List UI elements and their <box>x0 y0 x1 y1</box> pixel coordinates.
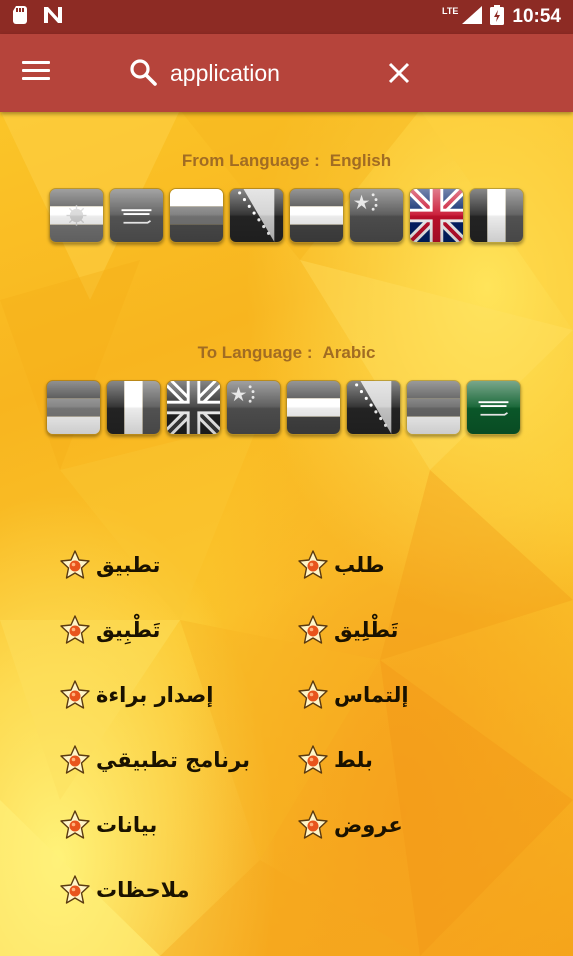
translation-text: برنامج تطبيقي <box>96 747 251 772</box>
translation-item[interactable]: ملاحظات <box>60 857 250 922</box>
clock: 10:54 <box>512 6 561 27</box>
translation-text: بلط <box>334 747 373 772</box>
netherlands-flag[interactable] <box>286 380 341 435</box>
star-icon[interactable] <box>298 809 328 840</box>
to-language-caption: To Language : <box>197 343 313 362</box>
france-flag[interactable] <box>106 380 161 435</box>
translation-text: طلب <box>334 552 385 577</box>
translation-item[interactable]: برنامج تطبيقي <box>60 727 250 792</box>
star-icon[interactable] <box>60 614 90 645</box>
network-type: LTE <box>442 6 459 16</box>
search-input[interactable] <box>170 54 370 92</box>
china-flag[interactable] <box>226 380 281 435</box>
n-notification-icon <box>42 6 64 28</box>
star-icon[interactable] <box>60 549 90 580</box>
france-flag[interactable] <box>469 188 524 243</box>
translation-item[interactable]: بيانات <box>60 792 250 857</box>
bosnia-flag[interactable] <box>229 188 284 243</box>
bulgaria-flag[interactable] <box>46 380 101 435</box>
translation-text: تَطْلِيق <box>334 617 399 642</box>
star-icon[interactable] <box>60 874 90 905</box>
status-bar: LTE 10:54 <box>0 0 573 34</box>
from-language-label: From Language : English <box>0 151 573 171</box>
translation-text: بيانات <box>96 812 158 837</box>
close-icon[interactable] <box>386 60 412 86</box>
bulgaria-flag[interactable] <box>169 188 224 243</box>
translation-item[interactable]: تَطْبِيق <box>60 597 250 662</box>
bosnia-flag[interactable] <box>346 380 401 435</box>
translation-item[interactable]: إلتماس <box>298 662 409 727</box>
star-icon[interactable] <box>298 549 328 580</box>
star-icon[interactable] <box>60 809 90 840</box>
translation-item[interactable]: تَطْلِيق <box>298 597 409 662</box>
star-icon[interactable] <box>60 744 90 775</box>
sd-card-icon <box>12 6 28 28</box>
battery-icon <box>490 5 505 29</box>
translation-item[interactable]: طلب <box>298 532 409 597</box>
star-icon[interactable] <box>298 744 328 775</box>
translation-text: إصدار براءة <box>96 682 214 707</box>
app-toolbar <box>0 34 573 112</box>
menu-icon[interactable] <box>22 61 50 85</box>
kurdistan-flag[interactable] <box>49 188 104 243</box>
bulgaria-flag[interactable] <box>406 380 461 435</box>
translation-item[interactable]: عروض <box>298 792 409 857</box>
translation-text: عروض <box>334 812 403 837</box>
uk-flag[interactable] <box>409 188 464 243</box>
uk-flag[interactable] <box>166 380 221 435</box>
star-icon[interactable] <box>298 679 328 710</box>
to-language-label: To Language : Arabic <box>0 343 573 363</box>
translation-text: تَطْبِيق <box>96 617 161 642</box>
saudi-flag[interactable] <box>466 380 521 435</box>
saudi-flag[interactable] <box>109 188 164 243</box>
china-flag[interactable] <box>349 188 404 243</box>
from-language-value: English <box>329 151 392 170</box>
search-icon[interactable] <box>128 57 158 87</box>
netherlands-flag[interactable] <box>289 188 344 243</box>
translation-item[interactable]: بلط <box>298 727 409 792</box>
star-icon[interactable] <box>298 614 328 645</box>
star-icon[interactable] <box>60 679 90 710</box>
translation-item[interactable]: تطبيق <box>60 532 250 597</box>
to-language-value: Arabic <box>322 343 376 362</box>
to-language-flags <box>46 380 521 435</box>
translations-right-column: طلب تَطْلِيق إلتماس بلط عروض <box>298 532 409 857</box>
from-language-flags <box>49 188 524 243</box>
translation-text: ملاحظات <box>96 877 190 902</box>
from-language-caption: From Language : <box>181 151 320 170</box>
translations-left-column: تطبيق تَطْبِيق إصدار براءة برنامج تطبيقي… <box>60 532 250 922</box>
translation-text: تطبيق <box>96 552 161 577</box>
translation-text: إلتماس <box>334 682 409 707</box>
translation-item[interactable]: إصدار براءة <box>60 662 250 727</box>
signal-icon <box>462 6 483 28</box>
